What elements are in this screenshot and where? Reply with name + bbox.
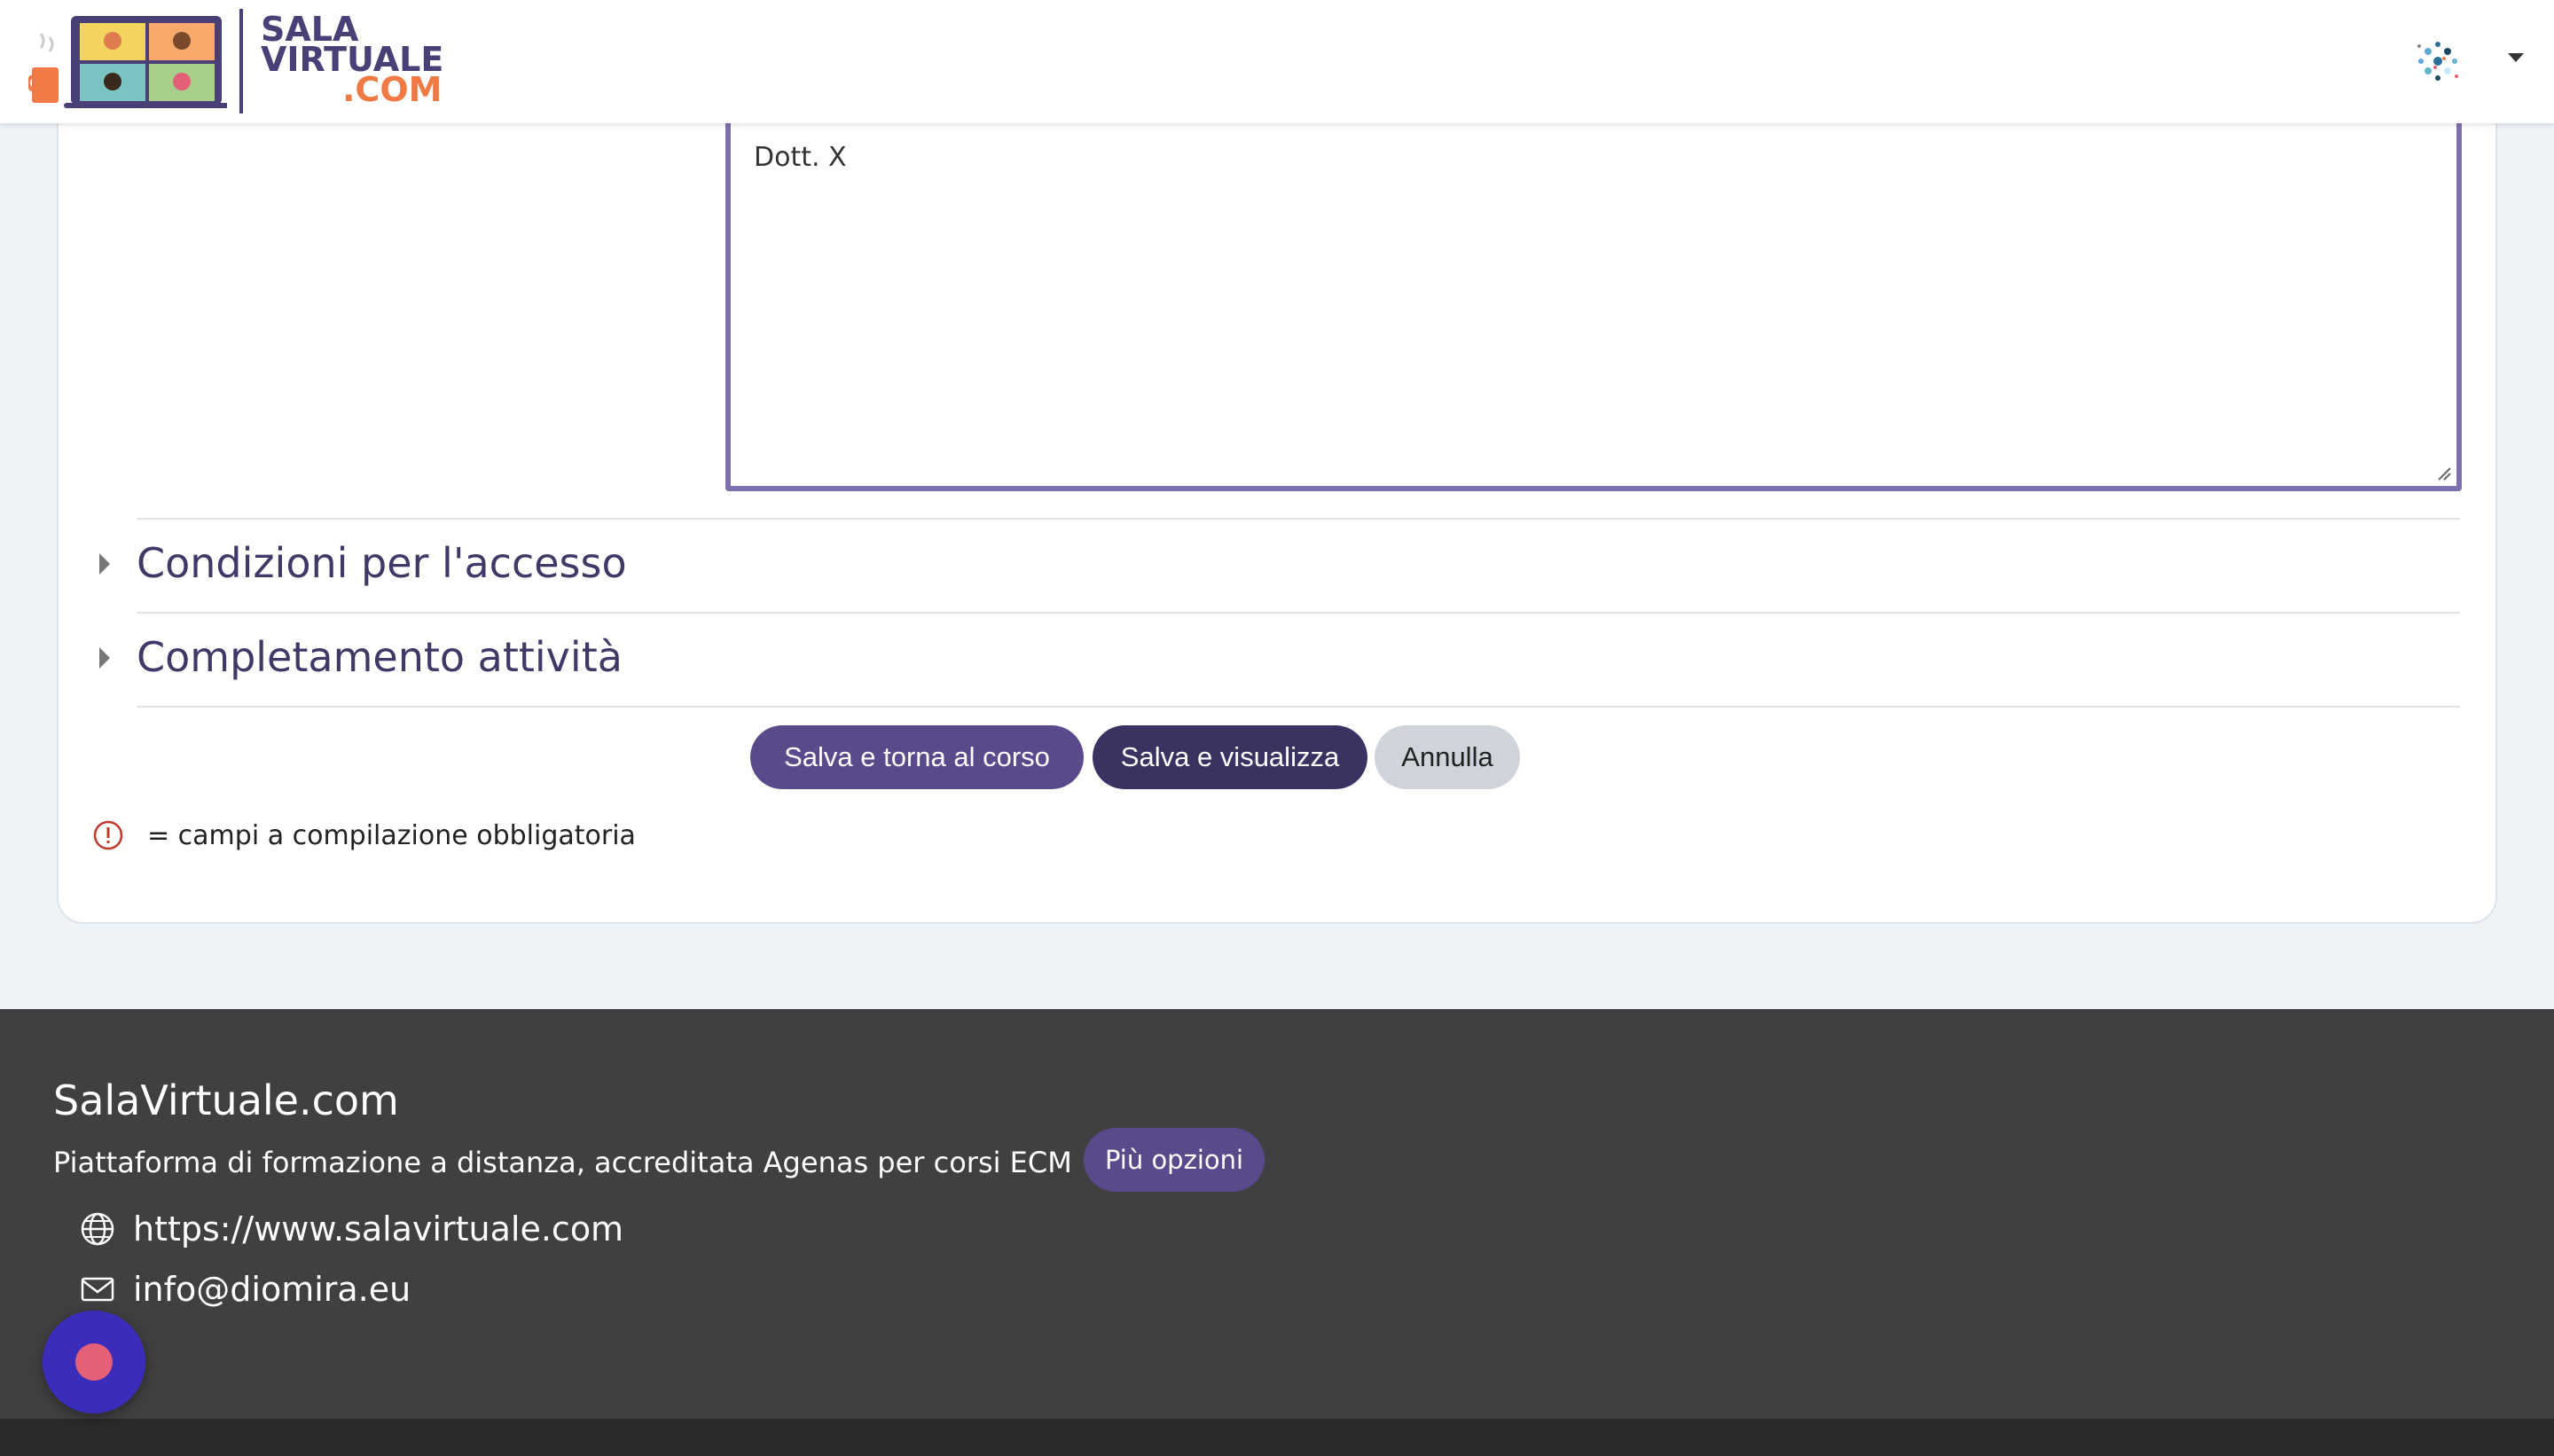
required-note-text: = campi a compilazione obbligatoria <box>147 819 636 851</box>
footer-website[interactable]: https://www.salavirtuale.com <box>80 1209 623 1249</box>
site-logo-illustration[interactable] <box>28 12 227 110</box>
record-dot-icon <box>75 1343 113 1381</box>
cancel-button[interactable]: Annulla <box>1375 725 1520 789</box>
resize-handle-icon[interactable] <box>2437 466 2451 481</box>
logo-text-line3: .COM <box>342 70 443 109</box>
section-title: Condizioni per l'accesso <box>137 539 627 587</box>
required-fields-note: = campi a compilazione obbligatoria <box>92 819 636 851</box>
user-avatar[interactable] <box>2409 32 2467 90</box>
site-logo-text[interactable]: SALA VIRTUALE .COM <box>261 12 443 109</box>
chevron-right-icon <box>99 553 110 575</box>
footer-email-link[interactable]: info@diomira.eu <box>133 1270 411 1309</box>
footer-tagline: Piattaforma di formazione a distanza, ac… <box>53 1146 1072 1179</box>
globe-icon <box>81 1212 114 1246</box>
more-options-button[interactable]: Più opzioni <box>1084 1128 1265 1192</box>
footer-email[interactable]: info@diomira.eu <box>80 1270 411 1309</box>
floating-record-button[interactable] <box>43 1311 145 1413</box>
required-exclamation-icon <box>93 820 123 850</box>
top-navbar: SALA VIRTUALE .COM <box>0 0 2554 123</box>
footer-bottom-bar <box>0 1419 2554 1456</box>
footer-website-link[interactable]: https://www.salavirtuale.com <box>133 1209 623 1249</box>
caret-down-icon[interactable] <box>2508 53 2524 62</box>
logo-divider <box>239 9 243 114</box>
envelope-icon <box>81 1277 114 1302</box>
save-return-button[interactable]: Salva e torna al corso <box>750 725 1084 789</box>
save-view-button[interactable]: Salva e visualizza <box>1093 725 1367 789</box>
chevron-right-icon <box>99 647 110 669</box>
footer-site-name: SalaVirtuale.com <box>53 1076 399 1124</box>
section-access-conditions[interactable]: Condizioni per l'accesso <box>99 518 2460 612</box>
page-footer: SalaVirtuale.com Piattaforma di formazio… <box>0 1009 2554 1456</box>
description-textarea[interactable]: Dott. X <box>725 89 2462 491</box>
divider <box>137 706 2460 708</box>
section-title: Completamento attività <box>137 633 623 681</box>
textarea-value: Dott. X <box>754 142 847 173</box>
section-activity-completion[interactable]: Completamento attività <box>99 612 2460 706</box>
